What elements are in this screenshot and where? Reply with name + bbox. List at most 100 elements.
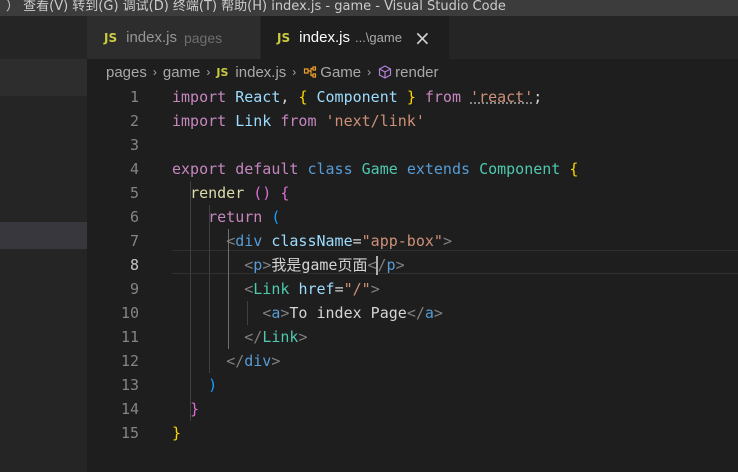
code-token: div — [244, 352, 272, 370]
code-token: > — [442, 232, 452, 250]
code-token: 我是game页面 — [271, 256, 368, 274]
code-token: default — [235, 160, 299, 178]
line-number: 3 — [129, 136, 139, 154]
code-token: To index Page — [289, 304, 407, 322]
tab-index-js-pages[interactable]: JS index.js pages — [87, 16, 260, 59]
line-number: 6 — [129, 208, 139, 226]
code-line[interactable]: </Link> — [172, 325, 307, 349]
breadcrumb-item-method[interactable]: render — [395, 64, 438, 81]
code-token: > — [262, 256, 272, 274]
code-token: render — [190, 184, 245, 202]
code-token: from — [424, 88, 461, 106]
code-token: } — [190, 400, 200, 418]
line-number: 13 — [120, 376, 139, 394]
code-line[interactable]: </div> — [172, 349, 280, 373]
code-line[interactable]: import React, { Component } from 'react'… — [172, 85, 542, 109]
menu-bar-text[interactable]: ） 查看(V) 转到(G) 调试(D) 终端(T) 帮助(H) index.js… — [6, 0, 506, 14]
code-line[interactable]: <a>To index Page</a> — [172, 301, 443, 325]
line-number: 8 — [129, 256, 139, 274]
code-token: </ — [226, 352, 245, 370]
code-token: > — [395, 256, 405, 274]
code-line[interactable]: export default class Game extends Compon… — [172, 157, 578, 181]
close-tab-icon[interactable]: × — [414, 28, 431, 48]
tab-filename: index.js — [299, 29, 350, 46]
sidebar-section-header[interactable] — [0, 59, 87, 96]
code-token: React — [235, 88, 281, 106]
code-token: > — [370, 280, 380, 298]
code-token: </ — [244, 328, 263, 346]
line-number: 7 — [129, 232, 139, 250]
line-number: 4 — [129, 160, 139, 178]
breadcrumb-item-file[interactable]: index.js — [235, 64, 286, 81]
code-token: p — [253, 256, 263, 274]
code-token: ( — [271, 208, 281, 226]
code-token: </ — [406, 304, 425, 322]
code-token: > — [433, 304, 443, 322]
code-line[interactable]: <Link href="/"> — [172, 277, 380, 301]
code-token: "/" — [343, 280, 371, 298]
breadcrumb-item-class[interactable]: Game — [320, 64, 361, 81]
chevron-right-icon: › — [292, 65, 297, 79]
code-line[interactable]: } — [172, 421, 181, 445]
code-token: p — [386, 256, 396, 274]
code-token: className — [271, 232, 353, 250]
js-file-icon: JS — [104, 30, 118, 45]
js-file-icon: JS — [277, 30, 291, 45]
code-token: Link — [235, 112, 272, 130]
explorer-sidebar — [0, 16, 87, 472]
code-token: < — [262, 304, 272, 322]
code-line[interactable]: } — [172, 397, 199, 421]
code-token: } — [406, 88, 416, 106]
method-symbol-icon — [379, 65, 392, 79]
code-line[interactable]: import Link from 'next/link' — [172, 109, 425, 133]
code-line[interactable]: <div className="app-box"> — [172, 229, 452, 253]
code-token: > — [298, 328, 308, 346]
sidebar-selected-item[interactable] — [0, 222, 87, 249]
line-number: 1 — [129, 88, 139, 106]
code-token: "app-box" — [361, 232, 443, 250]
code-token: 'react' — [470, 88, 534, 106]
code-token: a — [424, 304, 434, 322]
code-token: { — [569, 160, 579, 178]
line-number: 2 — [129, 112, 139, 130]
code-token: Game — [361, 160, 398, 178]
breadcrumb-item-pages[interactable]: pages — [106, 64, 147, 81]
line-number: 5 — [129, 184, 139, 202]
code-token: Component — [316, 88, 398, 106]
code-line[interactable]: render () { — [172, 181, 289, 205]
tab-description: ...\game — [354, 30, 402, 45]
code-token: ) — [208, 376, 218, 394]
chevron-right-icon: › — [367, 65, 372, 79]
tab-index-js-game[interactable]: JS index.js ...\game × — [261, 16, 449, 59]
code-token: , — [280, 88, 299, 106]
breadcrumb: pages › game › JS index.js › Game › rend… — [87, 59, 738, 85]
breadcrumb-item-game[interactable]: game — [163, 64, 201, 81]
code-line[interactable]: ) — [172, 373, 217, 397]
code-line[interactable]: <p>我是game页面</p> — [172, 253, 405, 277]
code-line[interactable]: return ( — [172, 205, 280, 229]
code-token: / — [377, 256, 387, 274]
editor-tab-bar: JS index.js pages JS index.js ...\game × — [87, 16, 738, 59]
tab-filename: index.js — [126, 29, 177, 46]
code-token: div — [235, 232, 263, 250]
code-token: = — [352, 232, 362, 250]
code-editor[interactable]: 1 2 3 4 5 6 7 8 9 10 11 12 13 14 15 import React, { Co… — [87, 85, 738, 472]
code-token: export — [172, 160, 227, 178]
chevron-right-icon: › — [206, 65, 211, 79]
code-token: extends — [406, 160, 471, 178]
line-number: 9 — [129, 280, 139, 298]
